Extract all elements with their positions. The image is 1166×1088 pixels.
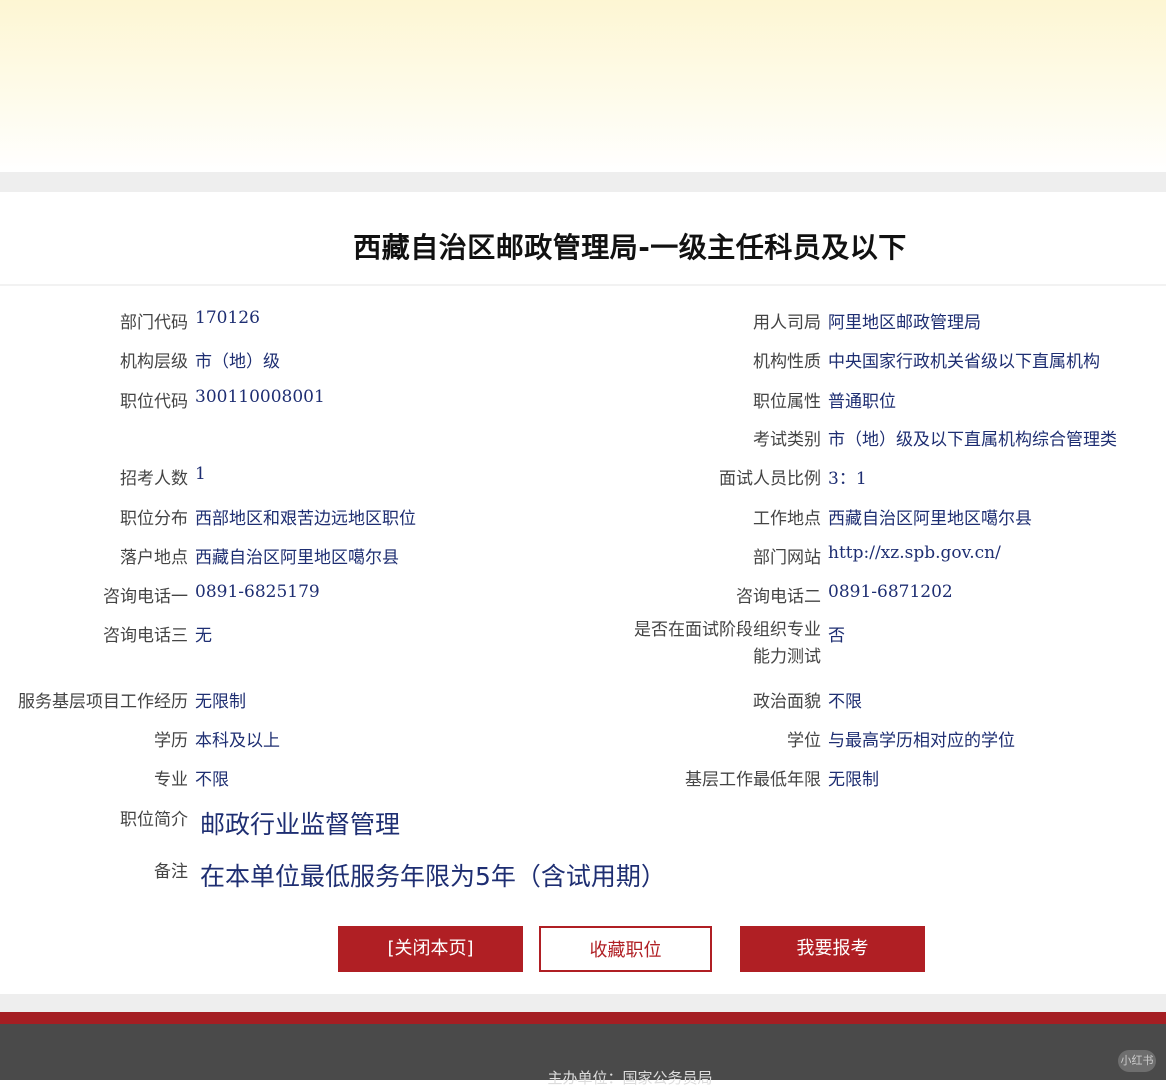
grassroots-project-label: 服务基层项目工作经历 xyxy=(18,692,188,712)
org-nature-label: 机构性质 xyxy=(753,352,821,372)
interview-ratio-value: 3：1 xyxy=(828,469,867,489)
phone2-label: 咨询电话二 xyxy=(736,587,821,607)
close-page-button[interactable]: [关闭本页] xyxy=(338,926,523,972)
footer-sponsor-text: 主办单位：国家公务员局 xyxy=(547,1069,713,1087)
footer-red-line xyxy=(0,1012,1166,1024)
phone1-label: 咨询电话一 xyxy=(103,587,188,607)
major-label: 专业 xyxy=(154,770,188,790)
phone1-value: 0891-6825179 xyxy=(195,582,320,602)
recruit-count-value: 1 xyxy=(195,464,206,484)
political-value: 不限 xyxy=(828,692,862,712)
distribution-label: 职位分布 xyxy=(120,509,188,529)
org-level-value: 市（地）级 xyxy=(195,352,280,372)
dept-code-value: 170126 xyxy=(195,308,260,328)
org-nature-value: 中央国家行政机关省级以下直属机构 xyxy=(828,352,1100,372)
position-attr-label: 职位属性 xyxy=(753,392,821,412)
phone3-label: 咨询电话三 xyxy=(103,626,188,646)
min-years-label: 基层工作最低年限 xyxy=(685,770,821,790)
remark-value: 在本单位最低服务年限为5年（含试用期） xyxy=(200,862,666,891)
exam-category-label: 考试类别 xyxy=(753,430,821,450)
work-location-value: 西藏自治区阿里地区噶尔县 xyxy=(828,509,1032,529)
hukou-label: 落户地点 xyxy=(120,548,188,568)
special-test-value: 否 xyxy=(828,626,845,646)
employer-value: 阿里地区邮政管理局 xyxy=(828,313,981,333)
degree-value: 与最高学历相对应的学位 xyxy=(828,731,1015,751)
remark-label: 备注 xyxy=(154,862,188,882)
distribution-value: 西部地区和艰苦边远地区职位 xyxy=(195,509,416,529)
phone2-value: 0891-6871202 xyxy=(828,582,953,602)
position-code-label: 职位代码 xyxy=(120,392,188,412)
page-title: 西藏自治区邮政管理局-一级主任科员及以下 xyxy=(353,231,907,264)
title-divider xyxy=(0,284,1166,286)
work-location-label: 工作地点 xyxy=(753,509,821,529)
education-value: 本科及以上 xyxy=(195,731,280,751)
position-code-value: 300110008001 xyxy=(195,387,325,407)
website-label: 部门网站 xyxy=(753,548,821,568)
degree-label: 学位 xyxy=(787,731,821,751)
major-value: 不限 xyxy=(195,770,229,790)
recruit-count-label: 招考人数 xyxy=(120,469,188,489)
employer-label: 用人司局 xyxy=(753,313,821,333)
political-label: 政治面貌 xyxy=(753,692,821,712)
divider-strip xyxy=(0,172,1166,192)
apply-button[interactable]: 我要报考 xyxy=(740,926,925,972)
grassroots-project-value: 无限制 xyxy=(195,692,246,712)
footer-spacer xyxy=(0,994,1166,1012)
phone3-value: 无 xyxy=(195,626,212,646)
watermark-badge: 小红书 xyxy=(1118,1050,1156,1072)
education-label: 学历 xyxy=(154,731,188,751)
position-attr-value: 普通职位 xyxy=(828,392,896,412)
dept-code-label: 部门代码 xyxy=(120,313,188,333)
favorite-position-button[interactable]: 收藏职位 xyxy=(539,926,712,972)
special-test-label: 是否在面试阶段组织专业能力测试 xyxy=(634,620,821,667)
interview-ratio-label: 面试人员比例 xyxy=(719,469,821,489)
top-banner xyxy=(0,0,1166,172)
org-level-label: 机构层级 xyxy=(120,352,188,372)
intro-value: 邮政行业监督管理 xyxy=(200,810,401,839)
intro-label: 职位简介 xyxy=(120,810,188,830)
exam-category-value: 市（地）级及以下直属机构综合管理类 xyxy=(828,430,1117,450)
min-years-value: 无限制 xyxy=(828,770,879,790)
website-link[interactable]: http://xz.spb.gov.cn/ xyxy=(828,543,1001,563)
hukou-value: 西藏自治区阿里地区噶尔县 xyxy=(195,548,399,568)
